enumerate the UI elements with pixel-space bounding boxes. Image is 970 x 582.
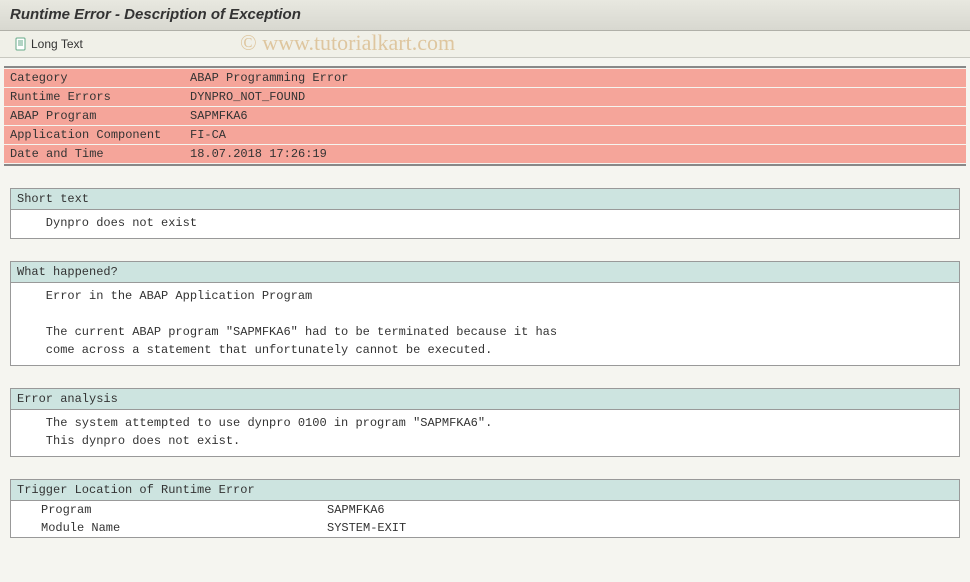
long-text-button[interactable]: Long Text [10,35,87,53]
section-body: The system attempted to use dynpro 0100 … [11,410,959,456]
content-area: Category ABAP Programming Error Runtime … [0,66,970,538]
summary-table: Category ABAP Programming Error Runtime … [4,66,966,166]
summary-row: ABAP Program SAPMFKA6 [4,107,966,125]
page-title: Runtime Error - Description of Exception [10,6,301,23]
trigger-row: Program SAPMFKA6 [11,501,959,519]
document-icon [14,37,28,51]
summary-label: Runtime Errors [4,88,184,106]
summary-label: Category [4,69,184,87]
summary-row: Category ABAP Programming Error [4,69,966,87]
summary-row: Date and Time 18.07.2018 17:26:19 [4,145,966,163]
section-body: Error in the ABAP Application Program Th… [11,283,959,365]
summary-value: ABAP Programming Error [184,69,966,87]
summary-value: FI-CA [184,126,966,144]
section-header: Error analysis [11,389,959,410]
trigger-value: SAPMFKA6 [327,503,385,517]
trigger-label: Program [17,503,327,517]
trigger-location-section: Trigger Location of Runtime Error Progra… [10,479,960,538]
long-text-label: Long Text [31,37,83,51]
error-analysis-section: Error analysis The system attempted to u… [10,388,960,457]
summary-row: Application Component FI-CA [4,126,966,144]
section-body: Dynpro does not exist [11,210,959,238]
summary-label: Date and Time [4,145,184,163]
section-header: Trigger Location of Runtime Error [11,480,959,501]
section-header: Short text [11,189,959,210]
summary-label: Application Component [4,126,184,144]
section-header: What happened? [11,262,959,283]
summary-value: DYNPRO_NOT_FOUND [184,88,966,106]
title-bar: Runtime Error - Description of Exception [0,0,970,31]
trigger-value: SYSTEM-EXIT [327,521,406,535]
what-happened-section: What happened? Error in the ABAP Applica… [10,261,960,366]
summary-label: ABAP Program [4,107,184,125]
summary-value: 18.07.2018 17:26:19 [184,145,966,163]
trigger-label: Module Name [17,521,327,535]
summary-row: Runtime Errors DYNPRO_NOT_FOUND [4,88,966,106]
trigger-row: Module Name SYSTEM-EXIT [11,519,959,537]
short-text-section: Short text Dynpro does not exist [10,188,960,239]
toolbar: Long Text [0,31,970,58]
summary-value: SAPMFKA6 [184,107,966,125]
